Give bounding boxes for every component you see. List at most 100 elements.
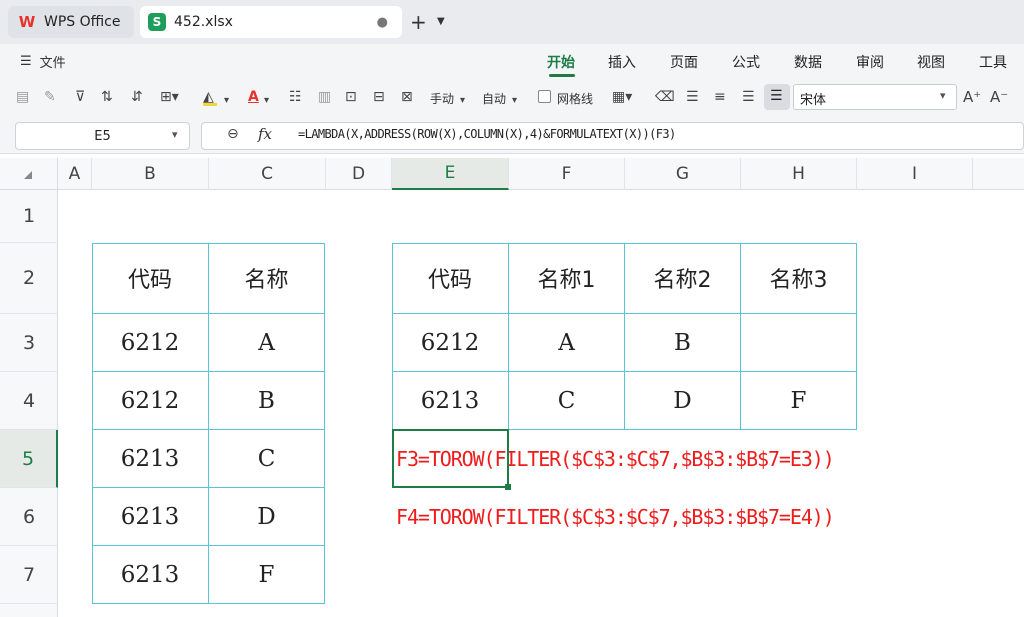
font-dropdown-icon[interactable]: ▾ xyxy=(940,89,946,102)
borders-icon[interactable]: ⊞▾ xyxy=(160,88,179,106)
column-header-a[interactable]: A xyxy=(58,158,92,190)
row-header-3[interactable]: 3 xyxy=(0,314,58,372)
formula-text[interactable]: =LAMBDA(X,ADDRESS(ROW(X),COLUMN(X),4)&FO… xyxy=(298,127,676,141)
cell-f2[interactable]: 名称1 xyxy=(509,243,625,314)
ribbon-tab-insert[interactable]: 插入 xyxy=(608,52,636,72)
cell-f3[interactable]: A xyxy=(509,314,625,372)
column-header-c[interactable]: C xyxy=(209,158,326,190)
cell-c4[interactable]: B xyxy=(209,372,325,430)
column-header-e[interactable]: E xyxy=(392,158,509,190)
gridlines-label: 网格线 xyxy=(557,92,594,106)
cell-b4[interactable]: 6212 xyxy=(92,372,209,430)
fx-icon[interactable]: fx xyxy=(258,125,272,143)
calc-auto-label[interactable]: 自动 xyxy=(482,90,506,107)
calc-manual-label[interactable]: 手动 xyxy=(430,90,454,107)
font-color-icon[interactable]: A xyxy=(248,88,259,106)
column-header-d[interactable]: D xyxy=(326,158,392,190)
ribbon-tab-formula[interactable]: 公式 xyxy=(732,52,760,72)
cell-e3[interactable]: 6212 xyxy=(392,314,509,372)
increase-font-icon[interactable]: A⁺ xyxy=(963,88,981,106)
cell-b3[interactable]: 6212 xyxy=(92,314,209,372)
ribbon-tab-view[interactable]: 视图 xyxy=(917,52,945,72)
column-header-i[interactable]: I xyxy=(857,158,973,190)
filter-icon[interactable]: ⊽ xyxy=(75,88,85,106)
sort-ascending-icon[interactable]: ⇅ xyxy=(101,88,113,106)
cell-g4[interactable]: D xyxy=(625,372,741,430)
calc-manual-dropdown-icon[interactable]: ▾ xyxy=(460,92,465,110)
cell-b5[interactable]: 6213 xyxy=(92,430,209,488)
cell-b2[interactable]: 代码 xyxy=(92,243,209,314)
calc-auto-dropdown-icon[interactable]: ▾ xyxy=(512,92,517,110)
sort-descending-icon[interactable]: ⇵ xyxy=(131,88,143,106)
cell-c2[interactable]: 名称 xyxy=(209,243,325,314)
ribbon-tab-home[interactable]: 开始 xyxy=(547,52,575,72)
unsaved-dot-icon[interactable]: ● xyxy=(377,15,388,30)
file-menu-label: 文件 xyxy=(39,56,66,71)
ribbon-tab-tools[interactable]: 工具 xyxy=(979,52,1007,72)
wps-logo-icon: W xyxy=(18,13,36,31)
row-header-7[interactable]: 7 xyxy=(0,546,58,604)
fill-color-dropdown-icon[interactable]: ▾ xyxy=(224,92,229,110)
cell-e2[interactable]: 代码 xyxy=(392,243,509,314)
cell-f4[interactable]: C xyxy=(509,372,625,430)
column-header-f[interactable]: F xyxy=(509,158,625,190)
cell-g3[interactable]: B xyxy=(625,314,741,372)
cell-e4[interactable]: 6213 xyxy=(392,372,509,430)
gridlines-checkbox[interactable] xyxy=(538,90,551,103)
decrease-font-icon[interactable]: A⁻ xyxy=(990,88,1008,106)
row-header-5[interactable]: 5 xyxy=(0,430,58,488)
row-headers: 1 2 3 4 5 6 7 xyxy=(0,190,58,617)
ribbon-tab-data[interactable]: 数据 xyxy=(794,52,822,72)
chevron-down-icon[interactable]: ▼ xyxy=(437,16,445,27)
cell-c3[interactable]: A xyxy=(209,314,325,372)
cell-h4[interactable]: F xyxy=(741,372,857,430)
freeze-icon[interactable]: ⊠ xyxy=(401,88,413,106)
cell-c5[interactable]: C xyxy=(209,430,325,488)
cell-c7[interactable]: F xyxy=(209,546,325,604)
ribbon-tab-page[interactable]: 页面 xyxy=(670,52,698,72)
cell-b7[interactable]: 6213 xyxy=(92,546,209,604)
new-tab-button[interactable]: + xyxy=(410,10,427,34)
row-header-4[interactable]: 4 xyxy=(0,372,58,430)
menu-bar: ☰ 文件 开始 插入 页面 公式 数据 审阅 视图 工具 xyxy=(0,44,1024,80)
cell-c6[interactable]: D xyxy=(209,488,325,546)
tab-file[interactable]: S 452.xlsx ● xyxy=(140,6,402,38)
cell-h2[interactable]: 名称3 xyxy=(741,243,857,314)
active-cell-selection[interactable] xyxy=(392,429,509,488)
merge-icon[interactable]: ⊡ xyxy=(345,88,357,106)
align-center-icon[interactable]: ≡ xyxy=(714,88,726,106)
name-box-dropdown-icon[interactable]: ▾ xyxy=(172,128,178,141)
conditional-format-icon[interactable]: ▦▾ xyxy=(612,88,632,106)
justify-button[interactable]: ☰ xyxy=(764,84,790,110)
column-header-h[interactable]: H xyxy=(741,158,857,190)
zoom-icon[interactable]: ⊖ xyxy=(227,126,239,142)
paste-values-icon[interactable]: ▤ xyxy=(16,88,29,106)
row-header-2[interactable]: 2 xyxy=(0,243,58,314)
format-painter-icon[interactable]: ✎ xyxy=(44,88,56,106)
column-headers: A B C D E F G H I xyxy=(0,158,1024,190)
file-menu-button[interactable]: ☰ 文件 xyxy=(20,52,66,71)
spreadsheet-icon: S xyxy=(148,13,166,31)
columns-icon[interactable]: ▥ xyxy=(318,88,331,106)
ribbon-tab-review[interactable]: 审阅 xyxy=(856,52,884,72)
font-color-dropdown-icon[interactable]: ▾ xyxy=(264,92,269,110)
tab-home-label: WPS Office xyxy=(44,14,121,30)
name-box[interactable]: E5 xyxy=(15,122,190,150)
column-header-b[interactable]: B xyxy=(92,158,209,190)
fill-down-icon[interactable]: ⊟ xyxy=(373,88,385,106)
cell-g2[interactable]: 名称2 xyxy=(625,243,741,314)
cell-h3[interactable] xyxy=(741,314,857,372)
font-name-select[interactable]: 宋体 xyxy=(793,84,957,110)
fill-handle[interactable] xyxy=(505,484,511,490)
column-header-g[interactable]: G xyxy=(625,158,741,190)
tab-wps-office[interactable]: W WPS Office xyxy=(8,6,134,38)
wrap-text-icon[interactable]: ☷ xyxy=(289,88,302,106)
row-header-1[interactable]: 1 xyxy=(0,190,58,243)
clear-format-icon[interactable]: ⌫ xyxy=(655,88,675,106)
cell-b6[interactable]: 6213 xyxy=(92,488,209,546)
formula-note-f4[interactable]: F4=TOROW(FILTER($C$3:$C$7,$B$3:$B$7=E4)) xyxy=(396,505,835,529)
align-right-icon[interactable]: ☰ xyxy=(742,88,755,106)
align-left-icon[interactable]: ☰ xyxy=(686,88,699,106)
fill-color-icon[interactable]: ◭ xyxy=(203,88,217,106)
row-header-6[interactable]: 6 xyxy=(0,488,58,546)
